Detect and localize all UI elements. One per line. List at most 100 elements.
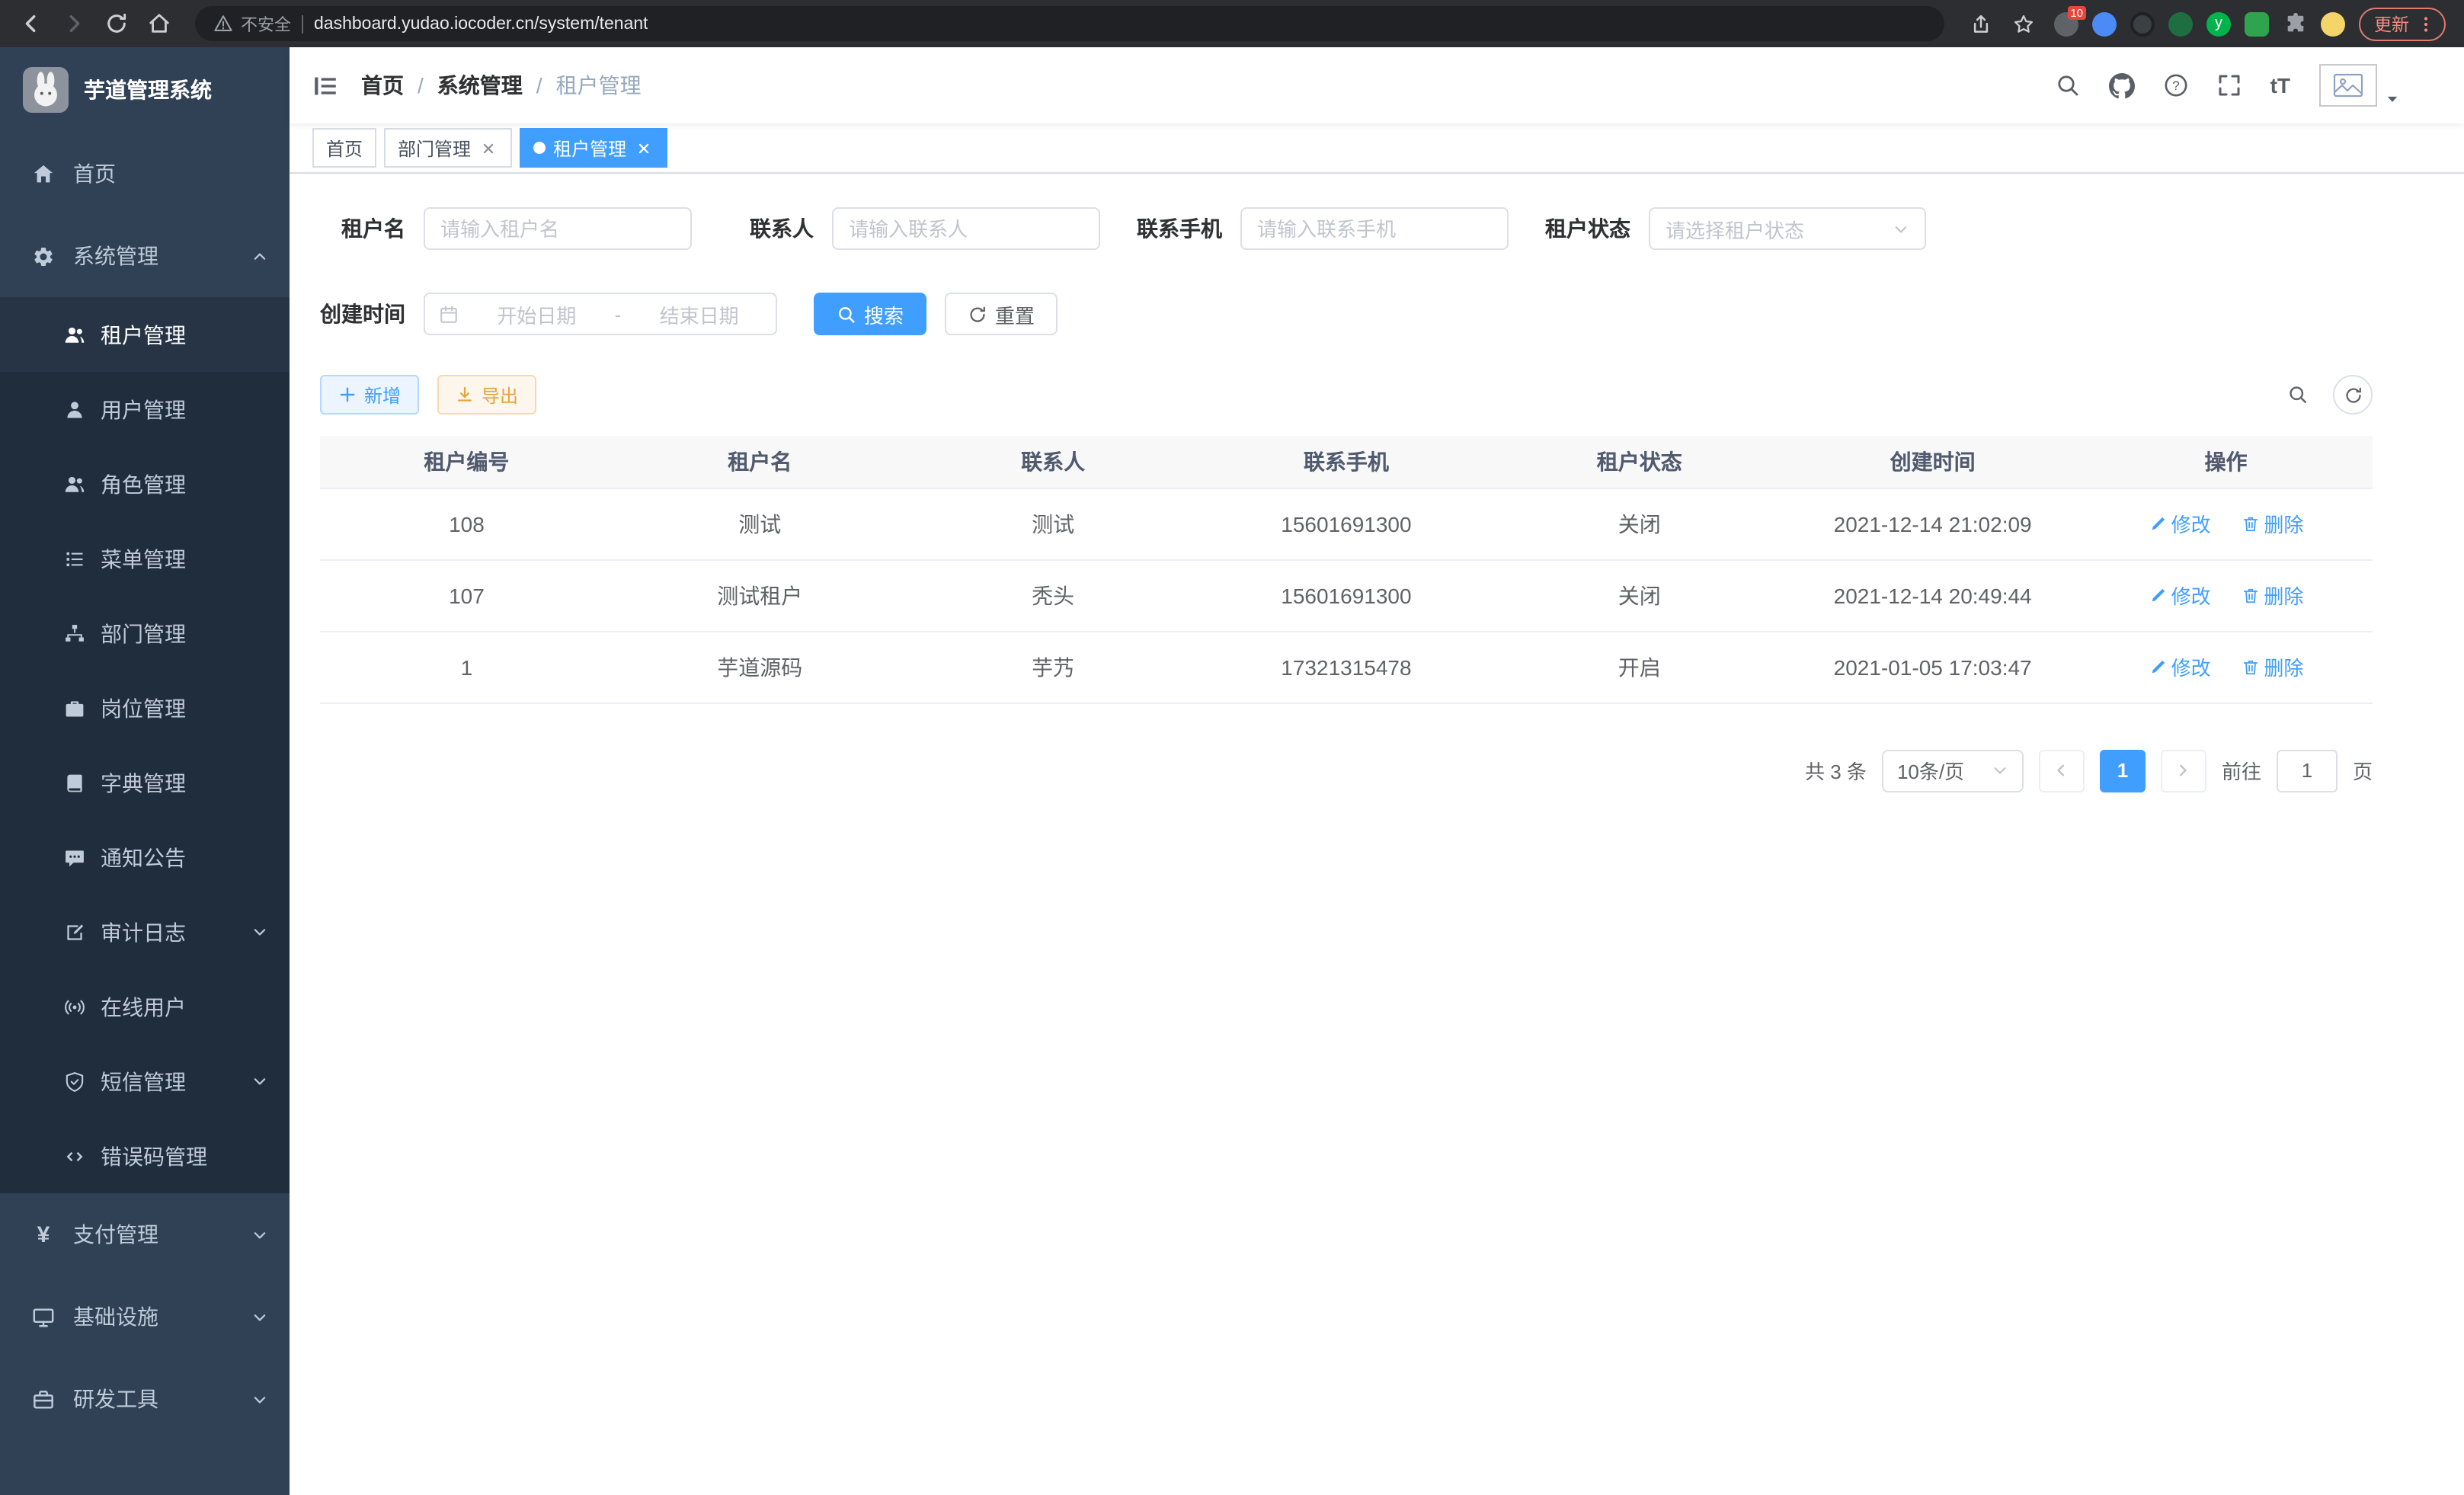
trash-icon xyxy=(2241,586,2259,604)
refresh-table-button[interactable] xyxy=(2333,375,2373,415)
main-area: 首页 / 系统管理 / 租户管理 ? xyxy=(290,47,2464,1495)
tab-dept[interactable]: 部门管理 xyxy=(384,128,512,168)
contact-input[interactable] xyxy=(832,207,1100,250)
sidebar-item-menu[interactable]: 菜单管理 xyxy=(0,521,290,596)
extensions-area: 10 y 更新 xyxy=(2048,7,2452,40)
toggle-search-button[interactable] xyxy=(2278,375,2318,415)
users-icon xyxy=(64,324,85,345)
browser-update-button[interactable]: 更新 xyxy=(2359,7,2446,40)
page-number-1[interactable]: 1 xyxy=(2100,749,2146,792)
search-button[interactable]: 搜索 xyxy=(814,293,926,335)
sidebar-item-audit-log[interactable]: 审计日志 xyxy=(0,895,290,969)
reset-button[interactable]: 重置 xyxy=(945,293,1058,335)
tab-close-button[interactable] xyxy=(478,138,498,158)
date-end-placeholder: 结束日期 xyxy=(636,299,762,328)
search-icon xyxy=(837,304,856,324)
extension-icon[interactable] xyxy=(2245,11,2269,36)
tenant-table: 租户编号 租户名 联系人 联系手机 租户状态 创建时间 操作 108 测试 xyxy=(320,436,2373,703)
date-range-picker[interactable]: 开始日期 - 结束日期 xyxy=(424,293,777,335)
delete-button[interactable]: 删除 xyxy=(2241,652,2303,681)
sidebar-item-home[interactable]: 首页 xyxy=(0,133,290,215)
address-bar[interactable]: 不安全 dashboard.yudao.iocoder.cn/system/te… xyxy=(195,6,1944,41)
sidebar-item-user[interactable]: 用户管理 xyxy=(0,372,290,447)
extension-icon[interactable] xyxy=(2168,11,2193,36)
sidebar-item-error-code[interactable]: 错误码管理 xyxy=(0,1119,290,1193)
edit-button[interactable]: 修改 xyxy=(2149,509,2211,538)
add-button-label: 新增 xyxy=(364,382,401,408)
extensions-puzzle-button[interactable] xyxy=(2283,11,2307,36)
sidebar-item-infrastructure[interactable]: 基础设施 xyxy=(0,1276,290,1358)
plus-icon xyxy=(338,386,357,404)
extension-icon[interactable]: 10 xyxy=(2054,11,2078,36)
sidebar-item-payment[interactable]: ¥ 支付管理 xyxy=(0,1193,290,1276)
add-button[interactable]: 新增 xyxy=(320,375,419,415)
user-icon xyxy=(64,399,85,420)
home-icon xyxy=(32,162,55,185)
edit-button[interactable]: 修改 xyxy=(2149,652,2211,681)
browser-home-button[interactable] xyxy=(140,5,177,42)
breadcrumb-separator: / xyxy=(418,73,424,98)
bookmark-button[interactable] xyxy=(2005,5,2042,42)
sidebar-item-role[interactable]: 角色管理 xyxy=(0,447,290,521)
font-size-button[interactable]: tT xyxy=(2270,73,2290,98)
column-header-created: 创建时间 xyxy=(1786,436,2079,488)
sidebar-item-notice[interactable]: 通知公告 xyxy=(0,820,290,895)
sidebar-item-tenant[interactable]: 租户管理 xyxy=(0,297,290,372)
select-placeholder: 请选择租户状态 xyxy=(1666,214,1804,243)
edit-label: 修改 xyxy=(2171,581,2211,610)
caret-down-icon xyxy=(2385,91,2400,107)
sidebar-item-label: 审计日志 xyxy=(101,917,186,947)
tab-tenant[interactable]: 租户管理 xyxy=(520,128,667,168)
chevron-up-icon xyxy=(251,248,268,264)
sidebar-item-post[interactable]: 岗位管理 xyxy=(0,671,290,745)
profile-avatar-icon[interactable] xyxy=(2321,11,2345,36)
online-signal-icon xyxy=(64,996,85,1017)
fullscreen-button[interactable] xyxy=(2217,73,2242,98)
browser-back-button[interactable] xyxy=(12,5,49,42)
table-row: 1 芋道源码 芋艿 17321315478 开启 2021-01-05 17:0… xyxy=(320,631,2373,703)
sidebar-item-label: 岗位管理 xyxy=(101,693,186,723)
sidebar-item-dept[interactable]: 部门管理 xyxy=(0,596,290,671)
next-page-button[interactable] xyxy=(2161,749,2206,792)
browser-share-button[interactable] xyxy=(1963,5,1999,42)
extension-icon[interactable]: y xyxy=(2206,11,2231,36)
sidebar-item-dict[interactable]: 字典管理 xyxy=(0,745,290,820)
extension-icon[interactable] xyxy=(2130,11,2155,36)
browser-refresh-button[interactable] xyxy=(98,5,134,42)
tab-home[interactable]: 首页 xyxy=(312,128,376,168)
logo-rabbit-icon xyxy=(23,67,69,113)
page-size-select[interactable]: 10条/页 xyxy=(1882,749,2024,792)
sidebar-item-sms[interactable]: 短信管理 xyxy=(0,1044,290,1119)
header-search-button[interactable] xyxy=(2056,73,2080,98)
breadcrumb-system[interactable]: 系统管理 xyxy=(437,70,523,101)
tab-close-button[interactable] xyxy=(634,138,654,158)
prev-page-button[interactable] xyxy=(2039,749,2085,792)
sidebar-item-label: 角色管理 xyxy=(101,469,186,499)
export-button[interactable]: 导出 xyxy=(437,375,536,415)
github-link[interactable] xyxy=(2109,72,2135,98)
sidebar-item-dev-tools[interactable]: 研发工具 xyxy=(0,1358,290,1440)
sidebar-collapse-button[interactable] xyxy=(312,72,338,98)
breadcrumb-home[interactable]: 首页 xyxy=(361,70,404,101)
user-menu[interactable] xyxy=(2319,64,2400,107)
sidebar-item-online-users[interactable]: 在线用户 xyxy=(0,969,290,1044)
browser-forward-button[interactable] xyxy=(55,5,91,42)
security-status[interactable]: 不安全 xyxy=(213,11,291,36)
delete-button[interactable]: 删除 xyxy=(2241,581,2303,610)
column-header-id: 租户编号 xyxy=(320,436,613,488)
help-button[interactable]: ? xyxy=(2164,73,2188,98)
tenant-name-input[interactable] xyxy=(424,207,692,250)
status-select[interactable]: 请选择租户状态 xyxy=(1649,207,1926,250)
edit-button[interactable]: 修改 xyxy=(2149,581,2211,610)
omnibox-divider xyxy=(302,14,303,33)
refresh-icon xyxy=(968,304,987,324)
phone-input[interactable] xyxy=(1240,207,1509,250)
close-icon xyxy=(637,141,651,155)
sidebar-item-label: 部门管理 xyxy=(101,618,186,648)
goto-page-input[interactable] xyxy=(2277,749,2338,792)
extension-icon[interactable] xyxy=(2092,11,2117,36)
delete-button[interactable]: 删除 xyxy=(2241,509,2303,538)
pencil-icon xyxy=(2149,586,2167,604)
app-logo[interactable]: 芋道管理系统 xyxy=(0,47,290,133)
sidebar-item-system[interactable]: 系统管理 xyxy=(0,215,290,297)
